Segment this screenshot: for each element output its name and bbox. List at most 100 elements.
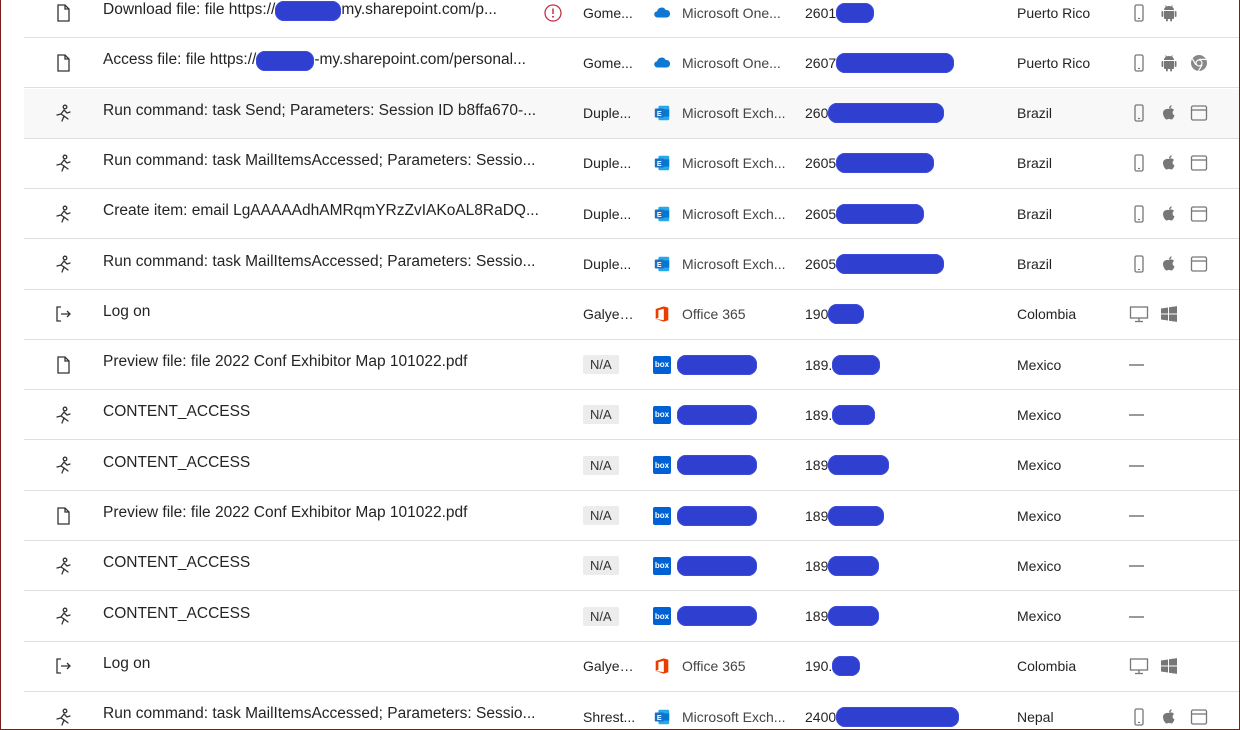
redaction-mark [836,706,960,727]
ip-cell[interactable]: 2605 [805,240,1005,289]
table-row[interactable]: Run command: task Send; Parameters: Sess… [24,88,1239,139]
activity-cell[interactable]: Create item: email LgAAAAAdhAMRqmYRzZvIA… [103,189,555,238]
user-cell[interactable]: Galyea... [583,642,639,691]
ip-cell[interactable]: 2601 [805,0,1005,37]
ip-cell[interactable]: 189 [805,491,1005,540]
activity-cell[interactable]: CONTENT_ACCESS [103,390,555,439]
ip-cell[interactable]: 189. [805,340,1005,389]
user-cell[interactable]: Gome... [583,38,639,87]
activity-cell[interactable]: CONTENT_ACCESS [103,441,555,490]
table-row[interactable]: Run command: task MailItemsAccessed; Par… [24,139,1239,189]
redaction-mark [677,404,757,425]
table-row[interactable]: Run command: task MailItemsAccessed; Par… [24,240,1239,290]
app-cell[interactable]: Microsoft One... [653,38,813,87]
app-cell[interactable]: E Microsoft Exch... [653,692,813,729]
country-name: Brazil [1017,155,1053,172]
ip-address: 189 [805,608,829,625]
exchange-logo-icon: E [653,708,682,726]
activity-cell[interactable]: Run command: task Send; Parameters: Sess… [103,89,555,138]
activity-cell[interactable]: CONTENT_ACCESS [103,592,555,641]
table-row[interactable]: CONTENT_ACCESS N/A box 189. Mexico — [24,390,1239,441]
ip-cell[interactable]: 190. [805,642,1005,691]
activity-cell[interactable]: Preview file: file 2022 Conf Exhibitor M… [103,491,555,540]
app-cell[interactable]: box [653,592,813,641]
user-cell[interactable]: Galyea... [583,290,639,339]
ip-address: 189 [805,507,829,524]
app-cell[interactable]: Microsoft One... [653,0,813,37]
app-cell[interactable]: E Microsoft Exch... [653,89,813,138]
app-cell[interactable]: box [653,491,813,540]
table-row[interactable]: Log on Galyea... Office 365 190. Colombia [24,642,1239,692]
browser-icon [1189,707,1209,727]
box-logo-icon: box [653,607,671,626]
table-row[interactable]: CONTENT_ACCESS N/A box 189 Mexico — [24,541,1239,592]
ip-address: 189. [805,406,833,423]
user-cell[interactable]: Gome... [583,0,639,37]
app-cell[interactable]: box [653,541,813,590]
activity-cell[interactable]: Log on [103,642,555,691]
ip-address: 2400 [805,708,837,725]
ip-address: 2607 [805,54,837,71]
ip-cell[interactable]: 2607 [805,38,1005,87]
table-row[interactable]: CONTENT_ACCESS N/A box 189 Mexico — [24,441,1239,491]
app-cell[interactable]: Office 365 [653,290,813,339]
user-cell[interactable]: Duple... [583,139,639,188]
ip-address: 260 [805,105,829,122]
user-name: Duple... [583,105,632,122]
ip-cell[interactable]: 189 [805,541,1005,590]
app-cell[interactable]: E Microsoft Exch... [653,139,813,188]
svg-text:E: E [657,260,662,269]
table-row[interactable]: Access file: file https:// -my.sharepoint… [24,38,1239,89]
user-badge: N/A [583,556,619,576]
file-icon [51,38,75,87]
table-row[interactable]: Download file: file https:// my.sharepoin… [24,0,1239,38]
ip-cell[interactable]: 2605 [805,139,1005,188]
user-cell[interactable]: N/A [583,390,639,439]
redaction-mark [832,404,876,425]
ip-address: 190 [805,306,829,323]
activity-cell[interactable]: Run command: task MailItemsAccessed; Par… [103,139,555,188]
user-cell[interactable]: N/A [583,340,639,389]
country-name: Brazil [1017,105,1053,122]
user-cell[interactable]: Duple... [583,240,639,289]
activity-cell[interactable]: Download file: file https:// my.sharepoin… [103,0,555,37]
user-cell[interactable]: Shrest... [583,692,639,729]
table-row[interactable]: Log on Galyea... Office 365 190 Colombia [24,290,1239,340]
ip-cell[interactable]: 190 [805,290,1005,339]
user-cell[interactable]: N/A [583,491,639,540]
ip-cell[interactable]: 189. [805,390,1005,439]
table-row[interactable]: Preview file: file 2022 Conf Exhibitor M… [24,340,1239,391]
user-cell[interactable]: Duple... [583,189,639,238]
activity-cell[interactable]: Run command: task MailItemsAccessed; Par… [103,240,555,289]
ip-cell[interactable]: 189 [805,441,1005,490]
windows-icon [1159,304,1179,324]
table-row[interactable]: CONTENT_ACCESS N/A box 189 Mexico — [24,592,1239,642]
activity-cell[interactable]: Access file: file https:// -my.sharepoint… [103,38,555,87]
activity-cell[interactable]: CONTENT_ACCESS [103,541,555,590]
app-cell[interactable]: box [653,441,813,490]
ip-cell[interactable]: 260 [805,89,1005,138]
ip-address: 189. [805,356,833,373]
user-cell[interactable]: Duple... [583,89,639,138]
user-cell[interactable]: N/A [583,592,639,641]
user-cell[interactable]: N/A [583,541,639,590]
table-row[interactable]: Run command: task MailItemsAccessed; Par… [24,692,1239,729]
ip-cell[interactable]: 189 [805,592,1005,641]
activity-cell[interactable]: Run command: task MailItemsAccessed; Par… [103,692,555,729]
app-cell[interactable]: box [653,340,813,389]
app-cell[interactable]: Office 365 [653,642,813,691]
ip-cell[interactable]: 2605 [805,189,1005,238]
ip-address: 189 [805,457,829,474]
app-cell[interactable]: E Microsoft Exch... [653,189,813,238]
ip-cell[interactable]: 2400 [805,692,1005,729]
activity-text-suffix: my.sharepoint.com/p... [341,1,497,18]
user-cell[interactable]: N/A [583,441,639,490]
table-row[interactable]: Create item: email LgAAAAAdhAMRqmYRzZvIA… [24,189,1239,240]
activity-cell[interactable]: Preview file: file 2022 Conf Exhibitor M… [103,340,555,389]
activity-cell[interactable]: Log on [103,290,555,339]
app-cell[interactable]: E Microsoft Exch... [653,240,813,289]
alert-icon[interactable] [542,0,564,37]
app-cell[interactable]: box [653,390,813,439]
table-row[interactable]: Preview file: file 2022 Conf Exhibitor M… [24,491,1239,541]
user-name: Duple... [583,256,632,272]
